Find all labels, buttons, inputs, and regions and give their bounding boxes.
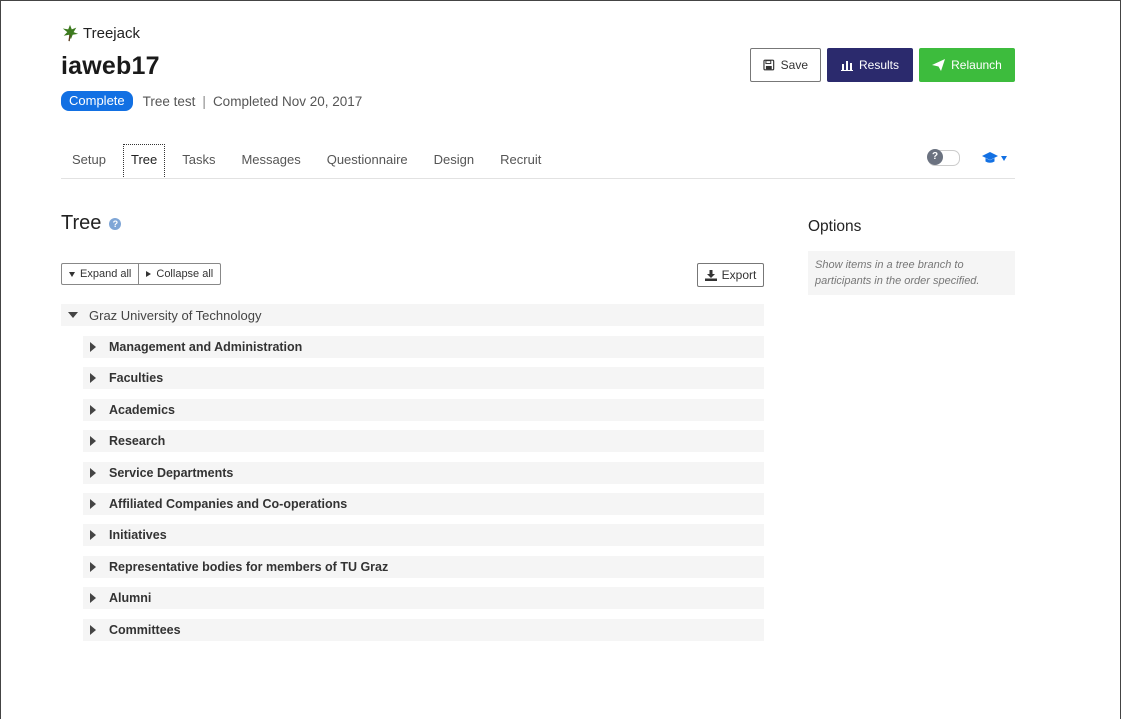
- tree-node[interactable]: Initiatives: [83, 524, 764, 547]
- options-description[interactable]: Show items in a tree branch to participa…: [808, 251, 1015, 295]
- page-title: Tree ?: [61, 212, 122, 235]
- expanded-caret-icon[interactable]: [68, 312, 78, 318]
- tree-node[interactable]: Representative bodies for members of TU …: [83, 555, 764, 578]
- options-panel: Options Show items in a tree branch to p…: [808, 212, 1015, 295]
- tree-node[interactable]: Faculties: [83, 367, 764, 390]
- results-button[interactable]: Results: [827, 48, 913, 82]
- tree-node-label: Affiliated Companies and Co-operations: [109, 496, 348, 511]
- collapsed-caret-icon[interactable]: [90, 593, 96, 604]
- tab-tree[interactable]: Tree: [122, 144, 166, 177]
- help-toggle-icon: ?: [927, 149, 943, 165]
- expand-collapse-group: Expand all Collapse all: [61, 263, 222, 285]
- options-title: Options: [808, 218, 862, 235]
- brand: Treejack: [61, 24, 140, 42]
- results-label: Results: [858, 58, 899, 72]
- floppy-disk-icon: [763, 59, 775, 71]
- collapsed-caret-icon[interactable]: [90, 342, 96, 352]
- save-button[interactable]: Save: [750, 48, 821, 82]
- chevron-down-icon: [1001, 155, 1007, 161]
- tree-node[interactable]: Academics: [83, 398, 764, 421]
- tab-tools: ?: [927, 149, 1007, 166]
- export-label: Export: [721, 268, 757, 282]
- expand-all-button[interactable]: Expand all: [62, 264, 138, 284]
- tree-node[interactable]: Service Departments: [83, 461, 764, 484]
- tree-node-label: Alumni: [109, 591, 152, 606]
- tree-root-label: Graz University of Technology: [89, 307, 262, 323]
- learning-menu[interactable]: [982, 152, 1007, 164]
- tree-node-label: Initiatives: [109, 528, 167, 543]
- tree-children: Management and Administration Faculties …: [83, 336, 764, 650]
- caret-down-icon: [69, 271, 75, 277]
- tab-setup[interactable]: Setup: [61, 144, 115, 176]
- download-icon: [704, 269, 717, 281]
- graduation-cap-icon: [982, 152, 998, 163]
- tab-messages[interactable]: Messages: [232, 144, 309, 176]
- tree-node-label: Faculties: [109, 371, 164, 386]
- relaunch-label: Relaunch: [951, 58, 1002, 72]
- help-icon[interactable]: ?: [109, 217, 122, 230]
- collapsed-caret-icon[interactable]: [90, 624, 96, 635]
- tree-root-node[interactable]: Graz University of Technology: [61, 304, 764, 326]
- collapsed-caret-icon[interactable]: [90, 498, 96, 509]
- treejack-logo-icon: [62, 24, 79, 42]
- tree-node-label: Representative bodies for members of TU …: [109, 559, 389, 574]
- status-badge: Complete: [61, 91, 133, 111]
- study-title: iaweb17: [61, 52, 160, 80]
- collapsed-caret-icon[interactable]: [90, 404, 96, 415]
- collapsed-caret-icon[interactable]: [90, 530, 96, 541]
- collapsed-caret-icon[interactable]: [90, 373, 96, 384]
- bar-chart-icon: [840, 60, 853, 71]
- caret-right-icon: [146, 271, 152, 277]
- expand-all-label: Expand all: [80, 268, 132, 280]
- collapse-all-label: Collapse all: [156, 268, 214, 280]
- meta-separator: |: [202, 93, 206, 109]
- tree-node-label: Management and Administration: [109, 340, 303, 354]
- save-label: Save: [780, 58, 808, 72]
- tree-node[interactable]: Alumni: [83, 587, 764, 610]
- tree-node-label: Committees: [109, 622, 181, 637]
- tab-tasks[interactable]: Tasks: [173, 144, 224, 176]
- tree-node[interactable]: Affiliated Companies and Co-operations: [83, 492, 764, 515]
- brand-name: Treejack: [83, 24, 140, 42]
- paper-plane-icon: [932, 59, 946, 71]
- tab-recruit[interactable]: Recruit: [491, 144, 550, 176]
- tree-node[interactable]: Research: [83, 430, 764, 453]
- tree-node[interactable]: Management and Administration: [83, 336, 764, 358]
- collapse-all-button[interactable]: Collapse all: [138, 264, 220, 284]
- study-actions: Save Results Relaunch: [750, 48, 1015, 82]
- collapsed-caret-icon[interactable]: [90, 436, 96, 447]
- tree-node-label: Academics: [109, 402, 176, 417]
- tree-node-label: Research: [109, 434, 166, 449]
- tree-node-label: Service Departments: [109, 465, 234, 480]
- study-type: Tree test: [142, 93, 196, 109]
- study-tabs: Setup Tree Tasks Messages Questionnaire …: [61, 144, 1015, 179]
- study-meta: Complete Tree test | Completed Nov 20, 2…: [61, 91, 362, 111]
- relaunch-button[interactable]: Relaunch: [919, 48, 1015, 82]
- help-toggle[interactable]: ?: [927, 149, 960, 166]
- tree-node[interactable]: Committees: [83, 618, 764, 641]
- tab-design[interactable]: Design: [425, 144, 483, 176]
- collapsed-caret-icon[interactable]: [90, 561, 96, 572]
- page-title-text: Tree: [61, 212, 102, 234]
- export-button[interactable]: Export: [697, 263, 764, 287]
- tab-questionnaire[interactable]: Questionnaire: [318, 144, 417, 176]
- completed-date: Completed Nov 20, 2017: [212, 93, 363, 109]
- collapsed-caret-icon[interactable]: [90, 467, 96, 478]
